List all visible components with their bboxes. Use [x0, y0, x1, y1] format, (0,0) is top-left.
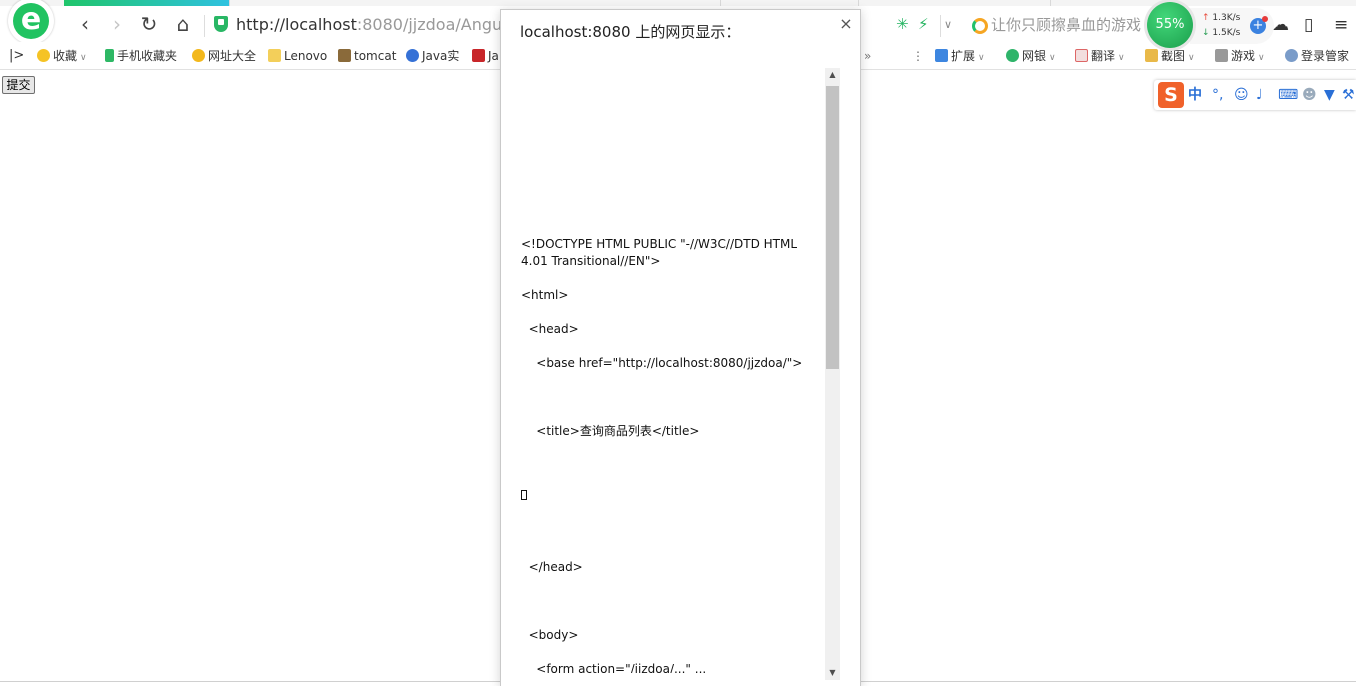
- scroll-up-arrow-icon[interactable]: ▲: [825, 68, 840, 82]
- toolbar-login-manager[interactable]: 登录管家: [1285, 47, 1349, 65]
- scissors-icon: [1145, 49, 1158, 62]
- gamepad-icon: [1215, 49, 1228, 62]
- toolbar-extensions[interactable]: 扩展 ∨: [935, 47, 985, 65]
- toolbar-label: 登录管家: [1301, 49, 1350, 63]
- bookmark-favorites[interactable]: 收藏 ∨: [37, 47, 87, 65]
- search-box[interactable]: 让你只顾擦鼻血的游戏: [972, 14, 1152, 36]
- toolbar-label: 截图: [1161, 49, 1186, 63]
- extensions-icon: [935, 49, 948, 62]
- phone-icon[interactable]: ▯: [1304, 15, 1313, 35]
- tomcat-icon: [338, 49, 351, 62]
- site-icon: [406, 49, 419, 62]
- bookmark-label: 手机收藏夹: [117, 49, 178, 63]
- security-shield-icon[interactable]: [214, 16, 228, 32]
- message-line: <head>: [521, 322, 579, 336]
- lightning-icon[interactable]: ⚡: [918, 15, 929, 33]
- message-line: <!DOCTYPE HTML PUBLIC "-//W3C//DTD HTML: [521, 237, 798, 251]
- user-icon[interactable]: ☻: [1302, 86, 1317, 104]
- translate-icon: [1075, 49, 1088, 62]
- cloud-icon[interactable]: ☁: [1272, 15, 1289, 35]
- bookmark-mobile[interactable]: 手机收藏夹: [105, 47, 177, 65]
- toolbar-translate[interactable]: 翻译 ∨: [1075, 47, 1125, 65]
- bookmark-lenovo[interactable]: Lenovo: [268, 47, 327, 65]
- sogou-logo-icon[interactable]: S: [1158, 82, 1184, 108]
- accelerate-plus-icon[interactable]: +: [1250, 16, 1268, 34]
- memory-meter[interactable]: 55%: [1147, 2, 1193, 48]
- bookmark-label: 网址大全: [208, 49, 257, 63]
- site-directory-icon: [192, 49, 205, 62]
- message-line: </head>: [521, 560, 583, 574]
- back-icon[interactable]: ‹: [74, 14, 96, 36]
- bookmark-hao123[interactable]: 网址大全: [192, 47, 256, 65]
- scrollbar-thumb[interactable]: [826, 86, 839, 369]
- star-icon: [37, 49, 50, 62]
- submit-button[interactable]: 提交: [2, 76, 35, 94]
- emoji-icon[interactable]: ☺: [1234, 86, 1249, 104]
- site-icon: [472, 49, 485, 62]
- bookmark-label: 收藏: [53, 49, 78, 63]
- bookmarks-more[interactable]: »: [864, 47, 871, 65]
- close-icon[interactable]: ×: [838, 15, 854, 33]
- scroll-down-arrow-icon[interactable]: ▼: [825, 666, 840, 680]
- toolbar-label: 翻译: [1091, 49, 1116, 63]
- dialog-scrollbar[interactable]: ▲ ▼: [825, 68, 840, 680]
- address-bar[interactable]: http://localhost:8080/jjzdoa/Angular: [236, 14, 501, 36]
- menu-icon[interactable]: ≡: [1334, 15, 1348, 35]
- message-line: <body>: [521, 628, 579, 642]
- toolbar-bank[interactable]: 网银 ∨: [1006, 47, 1056, 65]
- bookmark-label: Lenovo: [284, 49, 328, 63]
- sidebar-toggle-icon[interactable]: |>: [9, 47, 24, 65]
- ime-mode-toggle[interactable]: 中: [1188, 86, 1202, 104]
- address-path: :8080/jjzdoa/Angular: [356, 15, 501, 34]
- message-line: <base href="http://localhost:8080/jjzdoa…: [521, 356, 803, 370]
- bookmark-java[interactable]: Java实: [406, 47, 459, 65]
- upload-speed: 1.3K/s: [1202, 13, 1240, 23]
- phone-icon: [105, 49, 114, 62]
- more-options-icon[interactable]: ⋮: [912, 47, 924, 65]
- key-search-icon: [1285, 49, 1298, 62]
- alert-dialog: localhost:8080 上的网页显示： × <!DOCTYPE HTML …: [500, 9, 861, 686]
- unknown-glyph-box: [521, 490, 527, 500]
- forward-icon[interactable]: ›: [106, 14, 128, 36]
- message-line: <form action="/jjzdoa/..." ...: [521, 662, 707, 673]
- skin-shirt-icon[interactable]: ▼: [1324, 86, 1335, 104]
- toolbar-label: 扩展: [951, 49, 976, 63]
- download-speed: 1.5K/s: [1202, 28, 1240, 38]
- ime-toolbar: S 中 °, ☺ ♩ ⌨ ☻ ▼ ⚒: [1154, 80, 1356, 110]
- refresh-ring-icon[interactable]: ✳: [896, 15, 909, 33]
- bookmark-tomcat[interactable]: tomcat: [338, 47, 396, 65]
- toolbar-screenshot[interactable]: 截图 ∨: [1145, 47, 1195, 65]
- address-host: http://localhost: [236, 15, 357, 34]
- ime-punctuation-toggle[interactable]: °,: [1212, 86, 1223, 104]
- dialog-message: <!DOCTYPE HTML PUBLIC "-//W3C//DTD HTML …: [521, 53, 805, 673]
- bookmark-ja[interactable]: Ja: [472, 47, 499, 65]
- bank-shield-icon: [1006, 49, 1019, 62]
- browser-logo[interactable]: e: [8, 0, 54, 44]
- toolbar-divider: [204, 15, 205, 37]
- wrench-icon[interactable]: ⚒: [1342, 86, 1355, 104]
- message-line: <title>查询商品列表</title>: [521, 424, 700, 438]
- reload-icon[interactable]: ↻: [138, 14, 160, 36]
- search-engine-icon: [972, 17, 988, 34]
- toolbar-divider: [940, 15, 941, 37]
- keyboard-icon[interactable]: ⌨: [1278, 86, 1298, 104]
- message-line: <html>: [521, 288, 569, 302]
- bookmark-label: Ja: [488, 49, 499, 63]
- dialog-body: <!DOCTYPE HTML PUBLIC "-//W3C//DTD HTML …: [501, 53, 860, 686]
- toolbar-label: 网银: [1022, 49, 1047, 63]
- toolbar-label: 游戏: [1231, 49, 1256, 63]
- search-suggestion: 让你只顾擦鼻血的游戏: [991, 16, 1142, 34]
- toolbar-games[interactable]: 游戏 ∨: [1215, 47, 1265, 65]
- bookmark-label: tomcat: [354, 49, 397, 63]
- message-line: 4.01 Transitional//EN">: [521, 254, 661, 268]
- folder-icon: [268, 49, 281, 62]
- chevron-down-icon[interactable]: ∨: [944, 18, 952, 31]
- dialog-title: localhost:8080 上的网页显示：: [520, 23, 741, 41]
- bookmark-label: Java实: [422, 49, 460, 63]
- home-icon[interactable]: ⌂: [172, 14, 194, 36]
- microphone-icon[interactable]: ♩: [1256, 86, 1263, 104]
